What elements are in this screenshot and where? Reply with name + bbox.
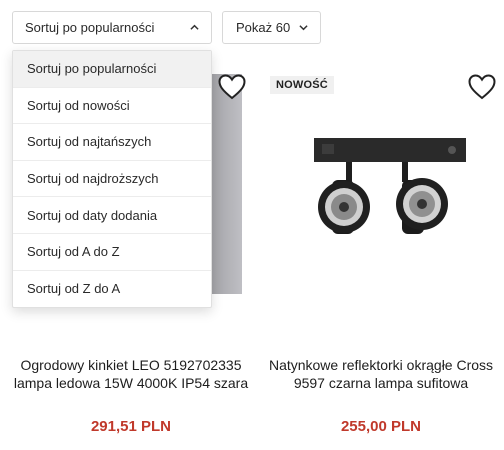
chevron-down-icon <box>299 25 308 31</box>
page-size-select[interactable]: Pokaż 60 <box>222 11 321 44</box>
product-price: 255,00 PLN <box>340 418 422 435</box>
sort-option-z-a[interactable]: Sortuj od Z do A <box>13 271 211 308</box>
sort-select[interactable]: Sortuj po popularności <box>12 11 212 44</box>
page-size-label: Pokaż 60 <box>236 20 291 35</box>
sort-option-newest[interactable]: Sortuj od nowości <box>13 88 211 125</box>
heart-icon[interactable] <box>218 74 246 100</box>
product-price: 291,51 PLN <box>90 418 172 435</box>
product-title[interactable]: Ogrodowy kinkiet LEO 5192702335 lampa le… <box>12 356 250 392</box>
sort-option-a-z[interactable]: Sortuj od A do Z <box>13 234 211 271</box>
product-title[interactable]: Natynkowe reflektorki okrągłe Cross 9597… <box>262 356 500 392</box>
sort-option-date-added[interactable]: Sortuj od daty dodania <box>13 197 211 234</box>
product-image[interactable] <box>262 74 500 296</box>
product-card[interactable]: NOWOŚĆ Natynkowe reflektorki okrągłe Cro… <box>262 62 500 450</box>
sort-option-popularity[interactable]: Sortuj po popularności <box>13 51 211 88</box>
sort-select-label: Sortuj po popularności <box>25 20 155 35</box>
chevron-up-icon <box>190 24 199 30</box>
sort-option-most-expensive[interactable]: Sortuj od najdroższych <box>13 161 211 198</box>
sort-dropdown-menu: Sortuj po popularności Sortuj od nowości… <box>12 50 212 309</box>
sort-option-cheapest[interactable]: Sortuj od najtańszych <box>13 124 211 161</box>
